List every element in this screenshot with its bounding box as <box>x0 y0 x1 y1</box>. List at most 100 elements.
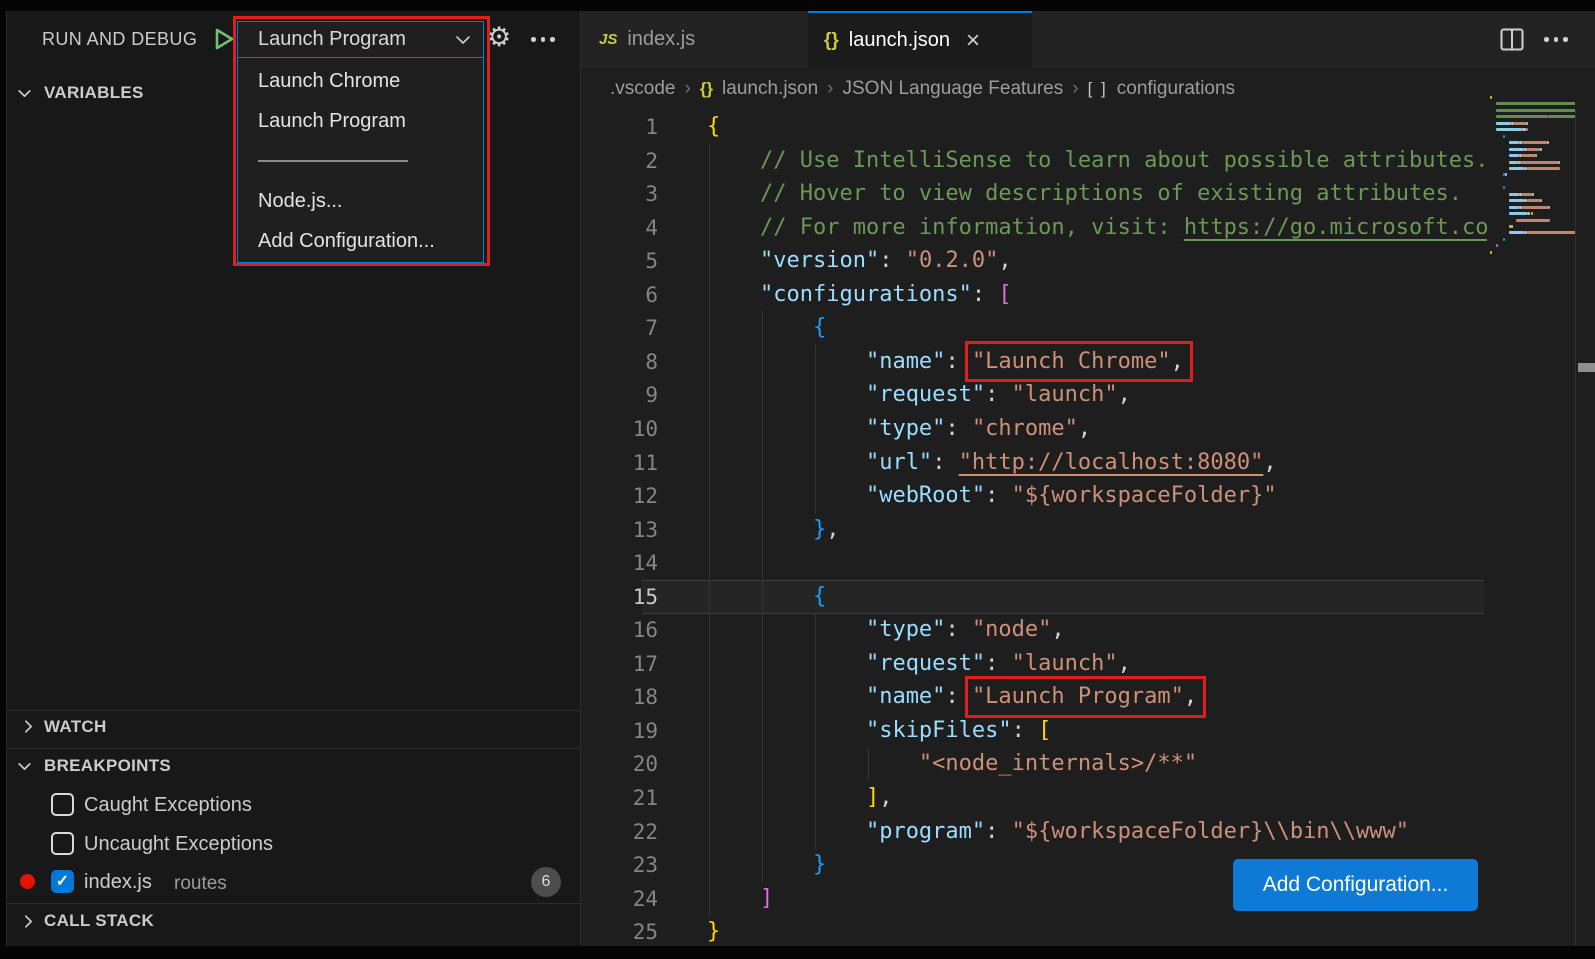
dropdown-item-action[interactable]: Node.js... <box>238 181 483 221</box>
minimap-line <box>1496 109 1575 112</box>
code-text: "name": "Launch Program", <box>707 680 1487 714</box>
dropdown-item-config[interactable]: Launch Chrome <box>238 61 483 101</box>
code-line: 21 ], <box>580 781 1595 815</box>
line-number: 22 <box>580 815 658 849</box>
tab-label: index.js <box>627 28 695 51</box>
code-text: "request": "launch", <box>707 378 1487 412</box>
start-debug-icon[interactable] <box>209 25 237 53</box>
minimap-line <box>1548 115 1575 118</box>
json-file-icon: {} <box>824 30 839 52</box>
minimap-line <box>1522 193 1532 196</box>
minimap-line <box>1516 219 1550 222</box>
chevron-down-icon[interactable] <box>16 85 33 102</box>
minimap-line <box>1509 167 1524 170</box>
breadcrumb-item[interactable]: JSON Language Features <box>843 78 1064 100</box>
line-number: 25 <box>580 915 658 949</box>
code-line: 25} <box>580 915 1595 949</box>
section-divider <box>7 903 580 904</box>
checkbox-index-js[interactable]: ✓ <box>51 870 74 893</box>
line-number: 17 <box>580 647 658 681</box>
tab-launch-json[interactable]: {} launch.json × <box>808 11 1032 68</box>
breadcrumb-item[interactable]: configurations <box>1117 78 1235 100</box>
breadcrumb-item[interactable]: launch.json <box>722 78 818 100</box>
section-breakpoints[interactable]: BREAKPOINTS <box>44 756 171 776</box>
minimap-line <box>1496 102 1575 105</box>
line-number: 2 <box>580 144 658 178</box>
line-number: 6 <box>580 278 658 312</box>
code-line: 12 "webRoot": "${workspaceFolder}" <box>580 479 1595 513</box>
code-line: 3 // Hover to view descriptions of exist… <box>580 177 1595 211</box>
chevron-right-icon[interactable] <box>20 913 37 930</box>
breakpoint-file-label[interactable]: index.js <box>84 871 152 894</box>
chevron-down-icon <box>455 35 471 45</box>
minimap-line <box>1503 238 1505 241</box>
code-text: "type": "chrome", <box>707 412 1487 446</box>
minimap-line <box>1509 231 1524 234</box>
dropdown-separator <box>238 141 483 181</box>
chevron-right-icon[interactable] <box>20 718 37 735</box>
debug-config-dropdown: Launch ChromeLaunch Program Node.js...Add… <box>237 58 484 263</box>
tab-index-js[interactable]: JS index.js <box>583 11 808 68</box>
array-icon: [ ] <box>1088 79 1108 99</box>
minimap-line <box>1509 199 1524 202</box>
code-line: 20 "<node_internals>/**" <box>580 747 1595 781</box>
code-text: "configurations": [ <box>707 278 1487 312</box>
minimap-line <box>1522 206 1548 209</box>
close-icon[interactable]: × <box>966 29 980 53</box>
code-line: 5 "version": "0.2.0", <box>580 244 1595 278</box>
dropdown-item-config[interactable]: Launch Program <box>238 101 483 141</box>
line-number: 24 <box>580 882 658 916</box>
line-number: 9 <box>580 378 658 412</box>
code-text: "version": "0.2.0", <box>707 244 1487 278</box>
gear-icon[interactable]: ⚙ <box>487 24 511 51</box>
code-text: { <box>707 110 1487 144</box>
minimap-line <box>1548 206 1550 209</box>
minimap-line <box>1540 148 1542 151</box>
section-divider <box>7 710 580 711</box>
minimap-line <box>1547 141 1549 144</box>
code-text: "request": "launch", <box>707 647 1487 681</box>
line-number: 5 <box>580 244 658 278</box>
minimap-line <box>1509 148 1524 151</box>
minimap-line <box>1527 231 1575 234</box>
code-text: { <box>707 580 1487 614</box>
code-text: }, <box>707 513 1487 547</box>
breadcrumb-item[interactable]: .vscode <box>610 78 675 100</box>
add-configuration-button[interactable]: Add Configuration... <box>1233 859 1478 911</box>
line-number: 19 <box>580 714 658 748</box>
window-left-edge <box>0 11 7 959</box>
chevron-down-icon[interactable] <box>16 758 33 775</box>
dropdown-item-action[interactable]: Add Configuration... <box>238 221 483 261</box>
code-text: // For more information, visit: https://… <box>707 211 1487 245</box>
section-watch[interactable]: WATCH <box>44 717 107 737</box>
window-bottom-edge <box>0 946 1595 959</box>
checkbox-caught-exceptions[interactable] <box>51 793 74 816</box>
code-text: { <box>707 311 1487 345</box>
code-line: 13 }, <box>580 513 1595 547</box>
checkbox-uncaught-exceptions[interactable] <box>51 832 74 855</box>
breakpoint-label[interactable]: Uncaught Exceptions <box>84 833 273 856</box>
more-actions-icon[interactable] <box>531 37 555 42</box>
editor-tab-bar: JS index.js {} launch.json × <box>580 11 1595 68</box>
line-number: 3 <box>580 177 658 211</box>
window-top-edge <box>0 0 1595 11</box>
minimap-line <box>1490 96 1492 99</box>
code-line: 17 "request": "launch", <box>580 647 1595 681</box>
code-line: 4 // For more information, visit: https:… <box>580 211 1595 245</box>
breakpoint-label[interactable]: Caught Exceptions <box>84 794 252 817</box>
minimap-line <box>1503 135 1505 138</box>
code-editor[interactable]: 1{2 // Use IntelliSense to learn about p… <box>580 110 1595 946</box>
minimap-line <box>1511 225 1513 228</box>
section-call-stack[interactable]: CALL STACK <box>44 911 154 931</box>
minimap[interactable] <box>1490 95 1575 270</box>
sidebar-editor-divider[interactable] <box>580 11 581 959</box>
code-line: 18 "name": "Launch Program", <box>580 680 1595 714</box>
overview-ruler-marker <box>1578 363 1595 372</box>
minimap-line <box>1503 186 1505 189</box>
editor-more-actions-icon[interactable] <box>1544 37 1568 42</box>
section-variables[interactable]: VARIABLES <box>44 83 144 103</box>
split-editor-icon[interactable] <box>1500 28 1524 51</box>
minimap-line <box>1514 122 1525 125</box>
debug-config-select[interactable]: Launch Program <box>237 21 484 58</box>
code-line: 22 "program": "${workspaceFolder}\\bin\\… <box>580 815 1595 849</box>
